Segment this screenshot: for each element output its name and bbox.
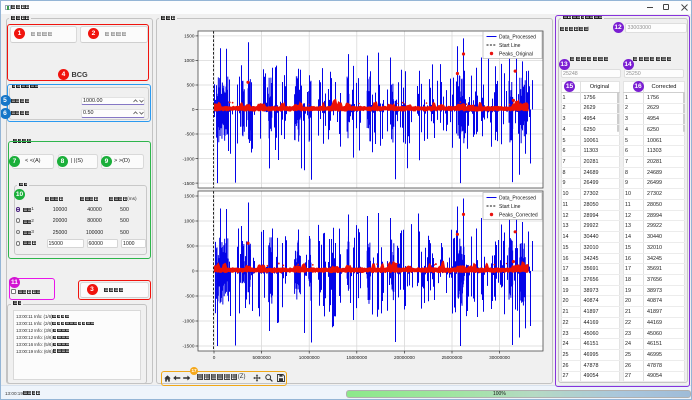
svg-text:15000000: 15000000 <box>346 355 367 360</box>
svg-text:Data_Processed: Data_Processed <box>499 195 536 201</box>
svg-text:1500: 1500 <box>184 34 195 39</box>
svg-text:1000: 1000 <box>184 58 195 63</box>
svg-text:-1000: -1000 <box>183 156 195 161</box>
svg-text:-1500: -1500 <box>183 344 195 349</box>
svg-text:5000000: 5000000 <box>252 355 271 360</box>
svg-text:-1000: -1000 <box>183 319 195 324</box>
svg-text:20000000: 20000000 <box>394 355 415 360</box>
svg-text:0: 0 <box>192 107 195 112</box>
svg-text:Data_Processed: Data_Processed <box>499 34 536 40</box>
svg-text:30000000: 30000000 <box>489 355 510 360</box>
svg-text:Peaks_Original: Peaks_Original <box>499 51 533 57</box>
svg-text:0: 0 <box>213 355 216 360</box>
svg-text:500: 500 <box>187 244 195 249</box>
svg-text:Peaks_Corrected: Peaks_Corrected <box>499 212 538 218</box>
svg-text:1500: 1500 <box>184 194 195 199</box>
svg-text:500: 500 <box>187 83 195 88</box>
svg-text:1000: 1000 <box>184 219 195 224</box>
svg-text:Start Line: Start Line <box>499 43 521 49</box>
svg-text:0: 0 <box>192 269 195 274</box>
svg-text:Start Line: Start Line <box>499 204 521 210</box>
svg-text:25000000: 25000000 <box>442 355 463 360</box>
svg-text:-500: -500 <box>185 294 195 299</box>
svg-text:-1500: -1500 <box>183 181 195 186</box>
svg-text:-500: -500 <box>185 132 195 137</box>
svg-text:10000000: 10000000 <box>299 355 320 360</box>
